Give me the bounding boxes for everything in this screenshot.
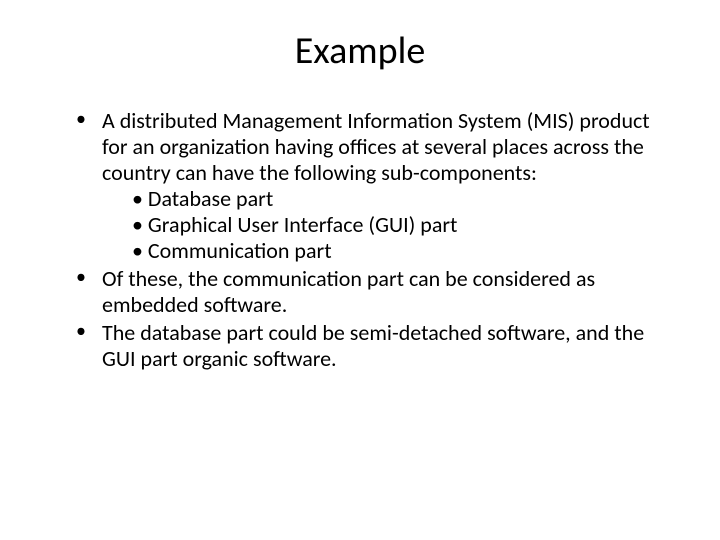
slide-content: A distributed Management Information Sys… [50,108,670,372]
sub-item: • Communication part [132,238,670,264]
list-item: A distributed Management Information Sys… [76,108,670,264]
bullet-list: A distributed Management Information Sys… [50,108,670,372]
list-item: Of these, the communication part can be … [76,266,670,318]
bullet-text: A distributed Management Information Sys… [102,107,650,186]
bullet-text: The database part could be semi-detached… [102,319,644,372]
list-item: The database part could be semi-detached… [76,320,670,372]
sub-item: • Database part [132,186,670,212]
sub-item: • Graphical User Interface (GUI) part [132,212,670,238]
bullet-text: Of these, the communication part can be … [102,265,595,318]
sub-list: • Database part • Graphical User Interfa… [102,186,670,264]
slide-title: Example [50,28,670,74]
